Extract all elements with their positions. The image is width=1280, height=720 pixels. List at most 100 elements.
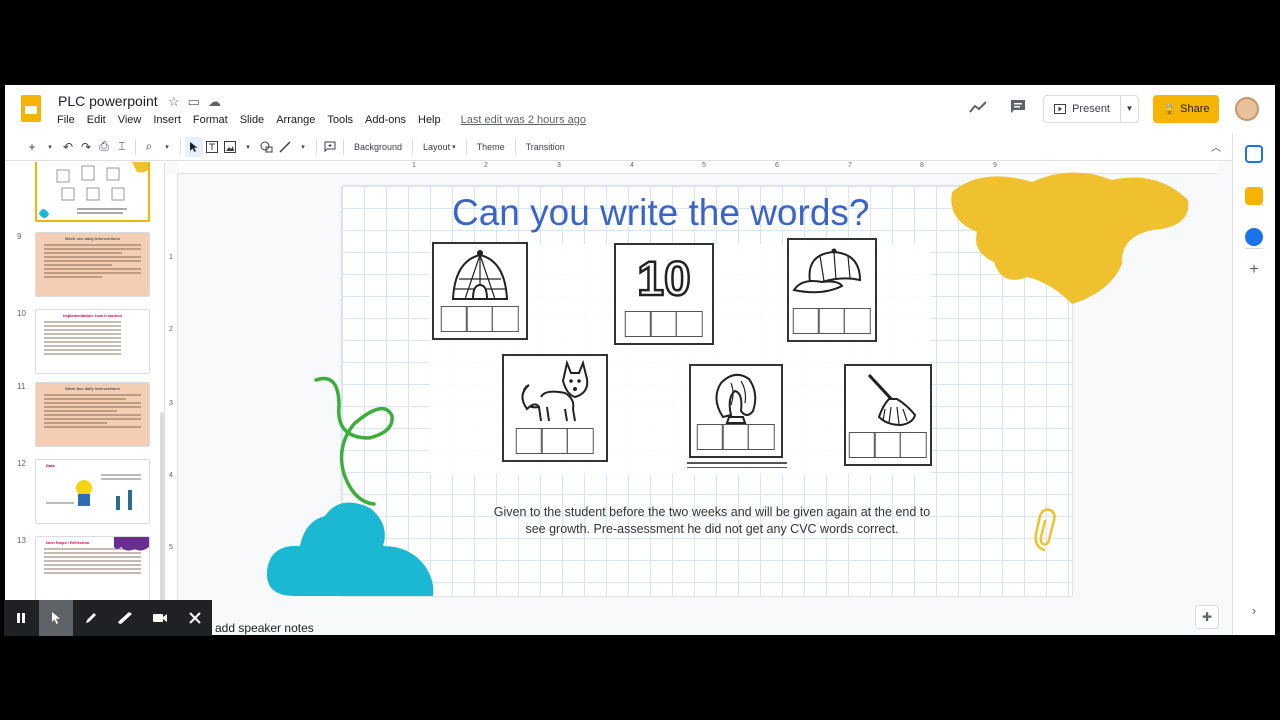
line-dropdown-icon[interactable]: ▾ <box>294 137 312 157</box>
image-icon[interactable] <box>221 137 239 157</box>
menu-bar: File Edit View Insert Format Slide Arran… <box>57 114 586 126</box>
wig-icon <box>715 373 757 424</box>
background-button[interactable]: Background <box>348 137 408 157</box>
filmstrip-scrollbar[interactable] <box>160 412 164 612</box>
menu-arrange[interactable]: Arrange <box>276 114 315 126</box>
menu-insert[interactable]: Insert <box>153 114 181 126</box>
filmstrip-slide-9[interactable]: 9 Week one daily interventions <box>5 232 155 300</box>
filmstrip-slide-12[interactable]: 12 Data <box>5 459 155 527</box>
slide-number: 9 <box>17 232 22 241</box>
slide-thumbnail[interactable]: Week one daily interventions <box>35 232 150 297</box>
new-slide-icon[interactable]: + <box>23 137 41 157</box>
cloud-icon[interactable]: ☁ <box>208 94 221 110</box>
word-card-igloo[interactable] <box>432 242 528 340</box>
word-card-fox[interactable] <box>502 354 608 462</box>
filmstrip: 9 Week one daily interventions 10 Implem… <box>5 162 165 635</box>
filmstrip-slide-8[interactable] <box>5 162 155 222</box>
add-comment-icon[interactable] <box>321 137 339 157</box>
pen-icon[interactable] <box>73 600 108 636</box>
folder-icon[interactable]: ▭ <box>188 94 200 110</box>
zoom-dropdown-icon[interactable]: ▾ <box>158 137 176 157</box>
lock-icon: 🔒 <box>1162 103 1177 116</box>
word-card-mop[interactable] <box>844 364 932 466</box>
fox-icon <box>521 359 589 422</box>
green-squiggle-decoration[interactable] <box>314 376 424 506</box>
share-button[interactable]: 🔒 Share <box>1153 95 1219 123</box>
present-icon <box>1054 104 1067 114</box>
calendar-icon[interactable] <box>1245 145 1263 163</box>
menu-help[interactable]: Help <box>418 114 441 126</box>
filmstrip-slide-10[interactable]: 10 Implementation: how it worked <box>5 309 155 377</box>
expand-panel-icon[interactable]: › <box>1245 603 1263 618</box>
print-icon[interactable]: ⎙ <box>95 137 113 157</box>
share-label: Share <box>1180 103 1210 115</box>
image-dropdown-icon[interactable]: ▾ <box>239 137 257 157</box>
speaker-notes-placeholder[interactable]: o add speaker notes <box>205 621 314 635</box>
slides-logo[interactable] <box>21 95 41 122</box>
star-icon[interactable]: ☆ <box>168 94 180 110</box>
slide-number: 11 <box>17 382 26 391</box>
word-card-cap[interactable] <box>787 238 877 342</box>
line-icon[interactable] <box>276 137 294 157</box>
menu-tools[interactable]: Tools <box>327 114 353 126</box>
last-edit-link[interactable]: Last edit was 2 hours ago <box>461 114 586 126</box>
menu-view[interactable]: View <box>118 114 142 126</box>
comments-icon[interactable] <box>1005 96 1031 122</box>
layout-label: Layout <box>423 141 451 152</box>
present-dropdown-icon[interactable]: ▼ <box>1120 96 1138 122</box>
paperclip-decoration[interactable] <box>1032 506 1062 554</box>
filmstrip-slide-13[interactable]: 13 Next Steps / Reflection <box>5 536 155 604</box>
new-slide-dropdown-icon[interactable]: ▾ <box>41 137 59 157</box>
mop-icon <box>867 373 917 427</box>
theme-button[interactable]: Theme <box>471 137 511 157</box>
menu-file[interactable]: File <box>57 114 75 126</box>
zoom-icon[interactable]: ⌕ <box>140 137 158 157</box>
slide-title[interactable]: Can you write the words? <box>452 192 869 234</box>
teal-splat-decoration[interactable] <box>265 496 440 596</box>
close-icon[interactable] <box>177 600 212 636</box>
select-tool-icon[interactable] <box>185 136 203 157</box>
highlighter-icon[interactable] <box>108 600 143 636</box>
keep-icon[interactable] <box>1245 187 1263 205</box>
transition-button[interactable]: Transition <box>520 137 571 157</box>
word-card-wig[interactable] <box>689 364 783 458</box>
slide-number: 10 <box>17 309 26 318</box>
menu-addons[interactable]: Add-ons <box>365 114 406 126</box>
shape-icon[interactable] <box>257 137 276 157</box>
document-title[interactable]: PLC powerpoint <box>58 93 158 109</box>
cursor-icon[interactable] <box>38 600 74 636</box>
menu-edit[interactable]: Edit <box>87 114 106 126</box>
redo-icon[interactable]: ↷ <box>77 137 95 157</box>
tasks-icon[interactable] <box>1245 228 1263 246</box>
layout-button[interactable]: Layout ▾ <box>417 137 462 157</box>
slide-thumbnail[interactable]: Data <box>35 459 150 524</box>
explore-icon[interactable]: ✚ <box>1195 605 1219 629</box>
slide-thumbnail[interactable]: Week two daily interventions <box>35 382 150 447</box>
pause-icon[interactable] <box>4 600 39 636</box>
collapse-toolbar-icon[interactable]: ︿ <box>1207 137 1225 157</box>
slide-canvas[interactable]: Can you write the words? 10 Given to the… <box>266 172 1189 596</box>
present-label: Present <box>1072 103 1110 115</box>
menu-slide[interactable]: Slide <box>240 114 264 126</box>
filmstrip-slide-11[interactable]: 11 Week two daily interventions <box>5 382 155 450</box>
vertical-ruler[interactable]: 1 2 3 4 5 <box>166 174 178 635</box>
yellow-splat-decoration[interactable] <box>942 172 1192 312</box>
recording-control-bar <box>4 600 212 636</box>
slide-thumbnail[interactable]: Next Steps / Reflection <box>35 536 150 601</box>
present-button[interactable]: Present ▼ <box>1043 95 1139 123</box>
text-box-icon[interactable] <box>203 137 221 157</box>
slide-thumbnail[interactable]: Implementation: how it worked <box>35 309 150 374</box>
avatar[interactable] <box>1235 97 1259 121</box>
add-addon-icon[interactable]: + <box>1245 261 1263 279</box>
undo-icon[interactable]: ↶ <box>59 137 77 157</box>
activity-dashboard-icon[interactable] <box>965 96 991 122</box>
header: PLC powerpoint ☆ ▭ ☁ File Edit View Inse… <box>5 85 1275 133</box>
slide-thumbnail[interactable] <box>35 162 150 222</box>
thumbnail-title: Implementation: how it worked <box>63 313 122 318</box>
slide-caption[interactable]: Given to the student before the two week… <box>492 504 932 538</box>
menu-format[interactable]: Format <box>193 114 228 126</box>
toolbar: + ▾ ↶ ↷ ⎙ ⌶ ⌕ ▾ ▾ ▾ Background Layout ▾ … <box>5 133 1275 161</box>
paint-format-icon[interactable]: ⌶ <box>113 137 131 157</box>
word-card-ten[interactable]: 10 <box>614 243 714 345</box>
camera-icon[interactable] <box>143 600 178 636</box>
